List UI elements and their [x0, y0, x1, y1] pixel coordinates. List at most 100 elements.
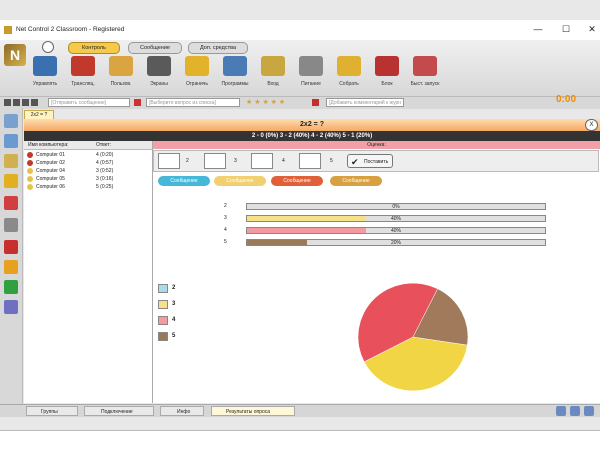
table-row[interactable]: Computer 04 3 (0:52) — [24, 167, 152, 175]
minimize-button[interactable]: — — [528, 24, 548, 34]
tool-icon-5 — [223, 56, 247, 76]
answer-value: 4 (0:57) — [96, 160, 114, 166]
back-icon[interactable] — [42, 41, 54, 53]
tool-button-5[interactable]: Программы — [218, 56, 252, 96]
tool-button-4[interactable]: Ограничь — [180, 56, 214, 96]
tool-button-0[interactable]: Управлять — [28, 56, 62, 96]
bar-value-label: 40% — [390, 228, 401, 234]
tab-connection[interactable]: Подключение — [84, 406, 154, 416]
tool-label-8: Собрать — [339, 81, 359, 87]
rating-header: Оценка: — [153, 141, 600, 149]
tool-label-7: Питание — [301, 81, 321, 87]
tool-button-3[interactable]: Экраны — [142, 56, 176, 96]
table-row[interactable]: Computer 02 4 (0:57) — [24, 159, 152, 167]
star-icons[interactable]: ★ ★ ★ ★ ★ — [246, 98, 285, 106]
maximize-button[interactable]: ☐ — [556, 24, 576, 35]
table-row[interactable]: Computer 01 4 (0:20) — [24, 151, 152, 159]
score-5-button[interactable] — [299, 153, 321, 169]
tool-button-7[interactable]: Питание — [294, 56, 328, 96]
tab-extra-tools[interactable]: Доп. средства — [188, 42, 248, 54]
grid-icon[interactable] — [4, 154, 18, 168]
tool-label-6: Вход — [267, 81, 279, 87]
score-3-label: 3 — [234, 158, 237, 164]
question-select[interactable]: [Выберите вопрос из списка] — [146, 98, 240, 107]
legend-swatch — [158, 332, 168, 341]
tool-button-1[interactable]: Трансляц. — [66, 56, 100, 96]
computer-list: Имя компьютера: Ответ: Computer 01 4 (0:2… — [24, 141, 153, 403]
close-window-button[interactable]: ✕ — [582, 24, 600, 35]
column-computer-name[interactable]: Имя компьютера: — [28, 142, 69, 148]
score-2-button[interactable] — [158, 153, 180, 169]
tool-icon-3[interactable] — [22, 99, 29, 106]
tab-connection-label: Подключение — [101, 409, 133, 415]
view-icon[interactable] — [4, 114, 18, 128]
secondary-toolbar: [Отправить сообщение] [Выберите вопрос и… — [0, 96, 600, 109]
text-icon[interactable] — [4, 196, 18, 210]
message-icon[interactable] — [134, 99, 141, 106]
message-pill-blue[interactable]: Сообщение — [158, 176, 210, 186]
tab-info[interactable]: Инфо — [160, 406, 204, 416]
result-bar: 40% — [246, 215, 546, 222]
monitor-icon[interactable] — [4, 134, 18, 148]
question-title: 2x2 = ? — [24, 119, 600, 131]
tool-button-2[interactable]: Пользов. — [104, 56, 138, 96]
legend-label: 4 — [172, 317, 176, 323]
view-list-icon[interactable] — [556, 406, 566, 416]
bar-category-label: 4 — [224, 227, 227, 233]
tool-icon-10 — [413, 56, 437, 76]
tool-label-3: Экраны — [150, 81, 168, 87]
score-3-button[interactable] — [204, 153, 226, 169]
tool-icon-7 — [299, 56, 323, 76]
users-icon[interactable] — [4, 174, 18, 188]
result-bar: 40% — [246, 227, 546, 234]
message-pill-yellow[interactable]: Сообщение — [214, 176, 266, 186]
score-4-button[interactable] — [251, 153, 273, 169]
tool-icon-1[interactable] — [4, 99, 11, 106]
close-question-button[interactable]: X — [585, 119, 598, 131]
table-row[interactable]: Computer 05 3 (0:16) — [24, 175, 152, 183]
answer-value: 3 (0:16) — [96, 176, 114, 182]
pie-chart — [357, 282, 469, 392]
message-pill-orange[interactable]: Сообщение — [330, 176, 382, 186]
table-row[interactable]: Computer 06 5 (0:25) — [24, 183, 152, 191]
view-details-icon[interactable] — [570, 406, 580, 416]
tool-button-6[interactable]: Вход — [256, 56, 290, 96]
bar-category-label: 3 — [224, 215, 227, 221]
legend-swatch — [158, 300, 168, 309]
put-grade-button[interactable]: ✔ Поставить — [347, 154, 393, 168]
view-thumbnails-icon[interactable] — [584, 406, 594, 416]
red-flag-icon[interactable] — [4, 240, 18, 254]
status-dot-icon — [27, 184, 33, 190]
list-header: Имя компьютера: Ответ: — [24, 141, 152, 150]
save-icon[interactable] — [4, 300, 18, 314]
flag-icon[interactable] — [312, 99, 319, 106]
result-bar: 0% — [246, 203, 546, 210]
tool-icon-4[interactable] — [31, 99, 38, 106]
tool-button-8[interactable]: Собрать — [332, 56, 366, 96]
status-dot-icon — [27, 152, 33, 158]
bar-value-label: 40% — [390, 216, 401, 222]
tool-button-10[interactable]: Быст. запуск — [408, 56, 442, 96]
tab-poll-results-label: Результаты опроса — [226, 409, 271, 415]
tool-button-9[interactable]: Блок — [370, 56, 404, 96]
score-4-label: 4 — [282, 158, 285, 164]
tool-icon-2[interactable] — [13, 99, 20, 106]
app-icon — [4, 26, 12, 34]
tool-label-10: Быст. запуск — [410, 81, 440, 87]
journal-comment-input[interactable]: [Добавить комментарий к журн — [326, 98, 404, 107]
tab-message[interactable]: Сообщение — [128, 42, 182, 54]
message-pill-red[interactable]: Сообщение — [271, 176, 323, 186]
bar-category-label: 5 — [224, 239, 227, 245]
orange-flag-icon[interactable] — [4, 260, 18, 274]
computer-name: Computer 04 — [36, 168, 65, 174]
tab-groups[interactable]: Группы — [26, 406, 78, 416]
tab-poll-results[interactable]: Результаты опроса — [211, 406, 295, 416]
column-answer[interactable]: Ответ: — [96, 142, 111, 148]
tools-icon[interactable] — [4, 218, 18, 232]
tool-icon-0 — [33, 56, 57, 76]
legend-label: 3 — [172, 301, 176, 307]
ribbon: Контроль Сообщение Доп. средства Управля… — [0, 40, 600, 96]
send-message-input[interactable]: [Отправить сообщение] — [48, 98, 130, 107]
green-flag-icon[interactable] — [4, 280, 18, 294]
tab-control[interactable]: Контроль — [68, 42, 120, 54]
